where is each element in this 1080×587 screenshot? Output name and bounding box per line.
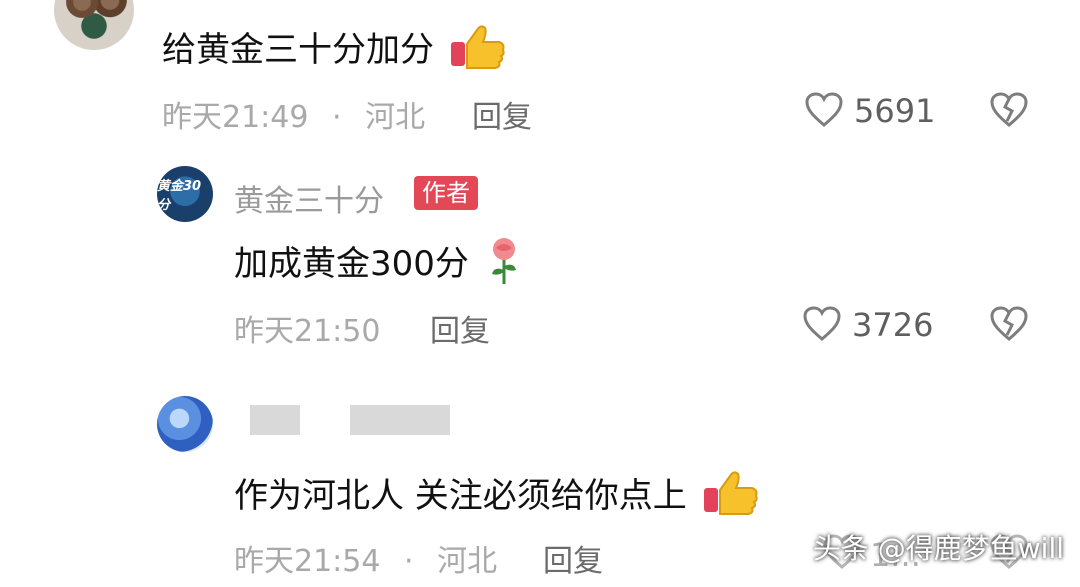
comment-meta: 昨天21:49 · 河北: [162, 92, 425, 136]
timestamp: 昨天21:49: [162, 100, 309, 135]
author-avatar[interactable]: 黄金30分: [157, 166, 213, 222]
comment-text-content: 加成黄金300分: [234, 244, 469, 284]
comment-list: 给黄金三十分加分 昨天21:49 · 河北 回复 5691 黄金30分 黄金三十…: [0, 0, 1080, 587]
comment-meta: 昨天21:54 · 河北: [234, 536, 497, 580]
location: 河北: [365, 100, 426, 135]
watermark: 头条 @得鹿梦鱼will: [812, 532, 1064, 565]
author-badge: 作者: [414, 176, 478, 210]
reply-button[interactable]: 回复: [543, 536, 603, 580]
timestamp: 昨天21:54: [234, 544, 381, 579]
separator: ·: [404, 544, 414, 579]
heart-outline-icon[interactable]: [802, 88, 846, 132]
comment-text: 加成黄金300分: [234, 236, 524, 295]
redacted-username-part: [350, 405, 450, 435]
comment-text-content: 给黄金三十分加分: [162, 30, 434, 70]
comment-text: 给黄金三十分加分: [162, 22, 507, 81]
avatar-logo-text: 黄金30分: [157, 179, 202, 213]
avatar[interactable]: [54, 0, 134, 50]
redacted-username-part: [250, 405, 300, 435]
heart-outline-icon[interactable]: [800, 302, 844, 346]
comment-text: 作为河北人 关注必须给你点上: [234, 468, 760, 527]
rose-emoji-icon: [484, 236, 524, 295]
comment-meta: 昨天21:50: [234, 306, 380, 350]
like-count: 3726: [852, 306, 934, 344]
timestamp: 昨天21:50: [234, 314, 381, 349]
reply-button[interactable]: 回复: [430, 306, 490, 350]
thumbs-up-emoji-icon: [449, 22, 507, 81]
broken-heart-icon[interactable]: [987, 88, 1031, 132]
comment-text-content: 作为河北人 关注必须给你点上: [234, 476, 687, 516]
like-count: 5691: [854, 92, 936, 130]
username[interactable]: 黄金三十分: [234, 176, 384, 220]
location: 河北: [437, 544, 498, 579]
separator: ·: [332, 100, 342, 135]
broken-heart-icon[interactable]: [987, 302, 1031, 346]
reply-button[interactable]: 回复: [472, 92, 532, 136]
thumbs-up-emoji-icon: [702, 468, 760, 527]
avatar[interactable]: [157, 396, 213, 452]
